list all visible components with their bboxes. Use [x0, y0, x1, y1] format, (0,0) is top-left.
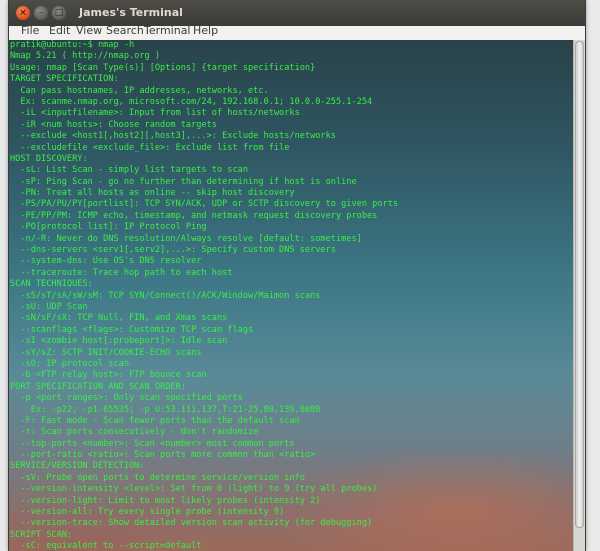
terminal-line: Nmap 5.21 ( http://nmap.org ): [10, 51, 161, 62]
terminal-line: -PN: Treat all hosts as online -- skip h…: [10, 188, 295, 199]
minimize-icon: –: [38, 8, 44, 18]
terminal-line: -sL: List Scan - simply list targets to …: [10, 165, 248, 176]
terminal-line: SERVICE/VERSION DETECTION:: [10, 461, 145, 472]
close-window-button[interactable]: ×: [16, 6, 30, 20]
terminal-line: -sI <zombie host[:probeport]>: Idle scan: [10, 336, 228, 347]
terminal-output[interactable]: pratik@ubuntu:~$ nmap -h Nmap 5.21 ( http…: [9, 40, 573, 551]
terminal-line: --port-ratio <ratio>: Scan ports more co…: [10, 450, 316, 461]
terminal-line: -sP: Ping Scan - go no further than dete…: [10, 176, 357, 187]
terminal-line: -iR <num hosts>: Choose random targets: [10, 119, 217, 130]
minimize-window-button[interactable]: –: [34, 6, 48, 20]
terminal-line: -PE/PP/PM: ICMP echo, timestamp, and net…: [10, 210, 378, 221]
terminal-line: Ex: scanme.nmap.org, microsoft.com/24, 1…: [10, 96, 373, 107]
terminal-line: -sC: equivalent to --script=default: [10, 541, 202, 551]
terminal-line: --version-all: Try every single probe (i…: [10, 507, 285, 518]
menu-view[interactable]: View: [76, 24, 102, 37]
terminal-line: Can pass hostnames, IP addresses, networ…: [10, 85, 269, 96]
terminal-line: Usage: nmap [Scan Type(s)] [Options] {ta…: [10, 62, 316, 73]
terminal-line: HOST DISCOVERY:: [10, 153, 88, 164]
title-bar[interactable]: × – □ James's Terminal: [9, 0, 585, 26]
terminal-line: -iL <inputfilename>: Input from list of …: [10, 108, 300, 119]
scrollbar-thumb[interactable]: [575, 41, 584, 528]
terminal-line: -b <FTP relay host>: FTP bounce scan: [10, 370, 207, 381]
vertical-scrollbar[interactable]: [573, 40, 585, 551]
window-title: James's Terminal: [79, 6, 183, 19]
maximize-window-button[interactable]: □: [52, 6, 66, 20]
terminal-line: pratik@ubuntu:~$ nmap -h: [10, 40, 135, 50]
maximize-icon: □: [54, 8, 64, 18]
terminal-line: -sU: UDP Scan: [10, 301, 88, 312]
terminal-line: SCAN TECHNIQUES:: [10, 279, 93, 290]
terminal-line: --system-dns: Use OS's DNS resolver: [10, 256, 202, 267]
terminal-line: -n/-R: Never do DNS resolution/Always re…: [10, 233, 362, 244]
menu-help[interactable]: Help: [193, 24, 218, 37]
terminal-line: TARGET SPECIFICATION:: [10, 74, 119, 85]
menu-file[interactable]: File: [21, 24, 39, 37]
terminal-line: Ex: -p22; -p1-65535; -p U:53,111,137,T:2…: [10, 404, 321, 415]
terminal-line: PORT SPECIFICATION AND SCAN ORDER:: [10, 381, 186, 392]
menu-search[interactable]: Search: [106, 24, 144, 37]
terminal-line: SCRIPT SCAN:: [10, 529, 73, 540]
terminal-line: -F: Fast mode - Scan fewer ports than th…: [10, 415, 300, 426]
terminal-window: × – □ James's Terminal File Edit View Se…: [8, 0, 586, 551]
terminal-line: --excludefile <exclude_file>: Exclude li…: [10, 142, 290, 153]
terminal-line: --version-trace: Show detailed version s…: [10, 518, 373, 529]
menu-terminal[interactable]: Terminal: [144, 24, 191, 37]
terminal-line: -sS/sT/sA/sW/sM: TCP SYN/Connect()/ACK/W…: [10, 290, 321, 301]
terminal-line: --dns-servers <serv1[,serv2],...>: Speci…: [10, 245, 336, 256]
terminal-line: -sV: Probe open ports to determine servi…: [10, 472, 305, 483]
terminal-line: -r: Scan ports consecutively - don't ran…: [10, 427, 259, 438]
terminal-line: --scanflags <flags>: Customize TCP scan …: [10, 324, 254, 335]
menu-edit[interactable]: Edit: [49, 24, 70, 37]
terminal-line: -sO: IP protocol scan: [10, 358, 129, 369]
terminal-line: -PS/PA/PU/PY[portlist]: TCP SYN/ACK, UDP…: [10, 199, 399, 210]
terminal-line: -sY/sZ: SCTP INIT/COOKIE-ECHO scans: [10, 347, 202, 358]
terminal-line: -p <port ranges>: Only scan specified po…: [10, 393, 243, 404]
terminal-line: -PO[protocol list]: IP Protocol Ping: [10, 222, 207, 233]
terminal-line: --exclude <host1[,host2][,host3],...>: E…: [10, 131, 336, 142]
close-icon: ×: [19, 8, 27, 18]
terminal-line: --top-ports <number>: Scan <number> most…: [10, 438, 295, 449]
terminal-line: --version-light: Limit to most likely pr…: [10, 495, 321, 506]
terminal-line: --traceroute: Trace hop path to each hos…: [10, 267, 233, 278]
terminal-line: --version-intensity <level>: Set from 0 …: [10, 484, 378, 495]
terminal-line: -sN/sF/sX: TCP Null, FIN, and Xmas scans: [10, 313, 228, 324]
menu-bar: File Edit View Search Terminal Help: [9, 24, 585, 40]
